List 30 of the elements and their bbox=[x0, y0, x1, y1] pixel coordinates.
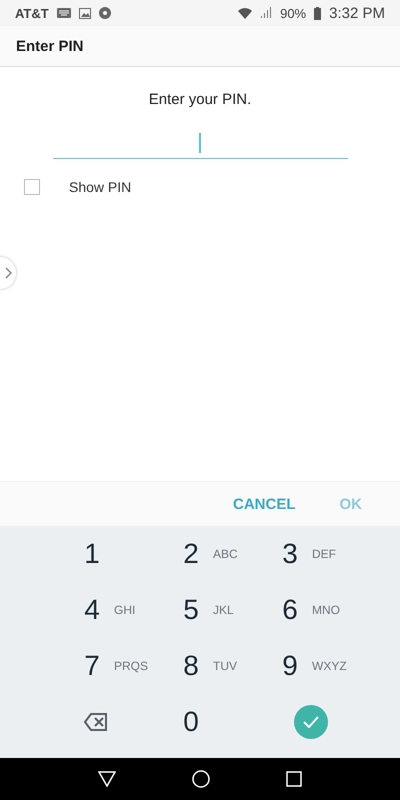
carrier-name: AT&T bbox=[15, 6, 49, 20]
check-icon bbox=[303, 716, 319, 728]
keypad-key[interactable]: 4 GHI bbox=[80, 582, 179, 638]
show-pin-label: Show PIN bbox=[69, 179, 132, 195]
keypad-key[interactable]: 6 MNO bbox=[278, 582, 377, 638]
keypad-key[interactable]: 7 PRQS bbox=[80, 638, 179, 694]
battery-icon bbox=[314, 6, 322, 20]
chevron-right-icon bbox=[5, 267, 12, 279]
screen-title: Enter PIN bbox=[16, 38, 84, 54]
home-icon bbox=[192, 770, 210, 788]
keypad-key[interactable]: 5 JKL bbox=[179, 582, 278, 638]
backspace-icon bbox=[84, 713, 108, 731]
keypad-key[interactable]: 9 WXYZ bbox=[278, 638, 377, 694]
show-pin-checkbox[interactable] bbox=[24, 179, 40, 195]
prompt-text: Enter your PIN. bbox=[148, 91, 252, 108]
clock-time: 3:32 PM bbox=[329, 4, 385, 22]
image-icon bbox=[78, 8, 91, 18]
circle-icon bbox=[98, 7, 111, 19]
keypad-key[interactable]: 2 ABC bbox=[179, 526, 278, 582]
keypad-key[interactable]: 8 TUV bbox=[179, 638, 278, 694]
signal-icon bbox=[260, 7, 272, 19]
keypad-key[interactable]: 1 bbox=[80, 526, 179, 582]
battery-percent: 90% bbox=[280, 6, 306, 20]
recents-icon bbox=[286, 771, 302, 787]
keyboard-icon bbox=[56, 8, 71, 18]
back-icon bbox=[98, 771, 116, 787]
wifi-icon bbox=[238, 8, 252, 18]
done-button[interactable] bbox=[294, 705, 328, 739]
keypad-key[interactable]: 0 bbox=[179, 694, 278, 750]
keypad-key[interactable]: 3 DEF bbox=[278, 526, 377, 582]
